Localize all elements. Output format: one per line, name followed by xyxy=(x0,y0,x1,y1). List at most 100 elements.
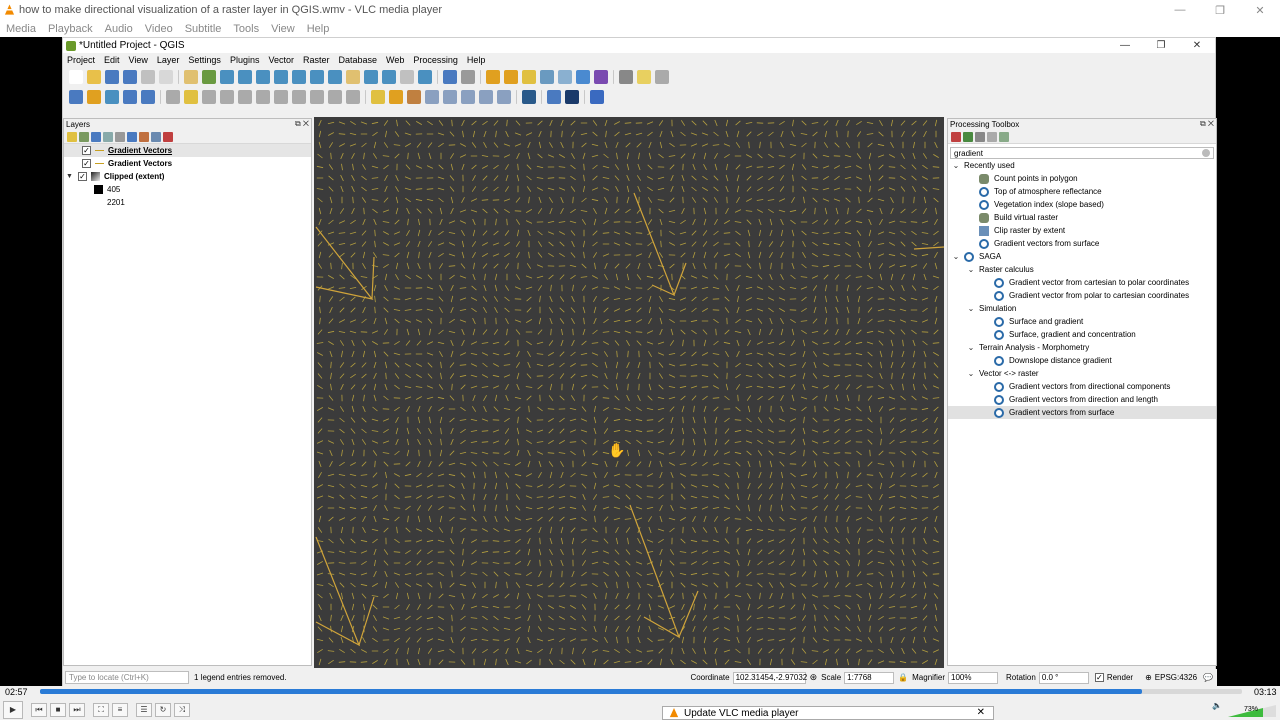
toolbar-tool-icon[interactable] xyxy=(504,70,518,84)
tree-toggle-icon[interactable]: ⌄ xyxy=(967,304,975,313)
toolbar-tool-icon[interactable] xyxy=(558,70,572,84)
restore-icon[interactable]: ❐ xyxy=(1200,0,1240,20)
panel-tool-icon[interactable] xyxy=(91,131,101,142)
toolbar-tool-icon[interactable] xyxy=(159,70,173,84)
vlc-menu-subtitle[interactable]: Subtitle xyxy=(185,23,222,35)
stop-icon[interactable]: ■ xyxy=(50,702,66,717)
toolbar-tool-icon[interactable] xyxy=(184,70,198,84)
next-icon[interactable]: ⏭ xyxy=(69,702,85,717)
toolbox-tree-item[interactable]: ⌄ Terrain Analysis - Morphometry xyxy=(948,341,1216,354)
qgis-menu-project[interactable]: Project xyxy=(67,55,95,65)
tree-toggle-icon[interactable]: ⌄ xyxy=(952,252,960,261)
close-icon[interactable]: ✕ xyxy=(977,707,985,718)
clear-search-icon[interactable] xyxy=(1202,149,1210,157)
toolbar-tool-icon[interactable] xyxy=(565,90,579,104)
toolbar-tool-icon[interactable] xyxy=(292,70,306,84)
qgis-menu-plugins[interactable]: Plugins xyxy=(230,55,260,65)
toolbox-search-input[interactable]: gradient xyxy=(950,147,1214,159)
toolbar-tool-icon[interactable] xyxy=(141,90,155,104)
toolbar-tool-icon[interactable] xyxy=(123,70,137,84)
tree-toggle-icon[interactable]: ⌄ xyxy=(967,343,975,352)
vlc-menu-view[interactable]: View xyxy=(271,23,295,35)
playlist-icon[interactable]: ☰ xyxy=(136,702,152,717)
toolbar-tool-icon[interactable] xyxy=(540,70,554,84)
toolbar-tool-icon[interactable] xyxy=(461,90,475,104)
toolbar-tool-icon[interactable] xyxy=(418,70,432,84)
scale-field[interactable]: 1:7768 xyxy=(844,671,895,684)
toolbar-tool-icon[interactable] xyxy=(123,90,137,104)
toolbar-tool-icon[interactable] xyxy=(87,70,101,84)
qgis-menu-database[interactable]: Database xyxy=(339,55,378,65)
panel-tool-icon[interactable] xyxy=(103,131,113,142)
toolbox-tree-item[interactable]: Gradient vectors from surface xyxy=(948,406,1216,419)
qgis-menu-web[interactable]: Web xyxy=(386,55,404,65)
toolbar-tool-icon[interactable] xyxy=(443,70,457,84)
qgis-minimize-icon[interactable]: — xyxy=(1107,38,1143,53)
toolbar-tool-icon[interactable] xyxy=(443,90,457,104)
toolbox-tree-item[interactable]: Surface, gradient and concentration xyxy=(948,328,1216,341)
toolbar-tool-icon[interactable] xyxy=(274,70,288,84)
seek-bar[interactable] xyxy=(40,689,1242,694)
qgis-menu-edit[interactable]: Edit xyxy=(104,55,120,65)
crs-globe-icon[interactable]: ⊕ xyxy=(1145,673,1152,682)
close-icon[interactable]: ✕ xyxy=(1240,0,1280,20)
toolbar-tool-icon[interactable] xyxy=(346,90,360,104)
toolbar-tool-icon[interactable] xyxy=(274,90,288,104)
toolbox-tree-item[interactable]: Clip raster by extent xyxy=(948,224,1216,237)
toolbar-tool-icon[interactable] xyxy=(238,70,252,84)
play-icon[interactable]: ▶ xyxy=(3,700,23,719)
lock-scale-icon[interactable]: 🔒 xyxy=(898,673,908,682)
qgis-menu-help[interactable]: Help xyxy=(467,55,486,65)
toolbar-tool-icon[interactable] xyxy=(479,90,493,104)
qgis-menu-processing[interactable]: Processing xyxy=(413,55,458,65)
loop-icon[interactable]: ↻ xyxy=(155,702,171,717)
toolbar-tool-icon[interactable] xyxy=(220,70,234,84)
toolbar-tool-icon[interactable] xyxy=(547,90,561,104)
coordinate-field[interactable]: 102.31454,-2.97032 xyxy=(732,671,807,684)
tree-toggle-icon[interactable]: ⌄ xyxy=(967,369,975,378)
layer-visibility-checkbox[interactable]: ✓ xyxy=(82,159,91,168)
toolbar-tool-icon[interactable] xyxy=(87,90,101,104)
toolbox-tree-item[interactable]: ⌄ SAGA xyxy=(948,250,1216,263)
toolbar-tool-icon[interactable] xyxy=(425,90,439,104)
toolbar-tool-icon[interactable] xyxy=(400,70,414,84)
toolbar-tool-icon[interactable] xyxy=(382,70,396,84)
toolbar-tool-icon[interactable] xyxy=(310,90,324,104)
toolbar-tool-icon[interactable] xyxy=(328,90,342,104)
qgis-menu-settings[interactable]: Settings xyxy=(188,55,221,65)
toolbar-tool-icon[interactable] xyxy=(461,70,475,84)
toolbar-tool-icon[interactable] xyxy=(141,70,155,84)
toolbar-tool-icon[interactable] xyxy=(637,70,651,84)
toolbar-tool-icon[interactable] xyxy=(328,70,342,84)
vlc-menu-media[interactable]: Media xyxy=(6,23,36,35)
vlc-menu-tools[interactable]: Tools xyxy=(233,23,259,35)
shuffle-icon[interactable]: ⤨ xyxy=(174,702,190,717)
magnifier-field[interactable]: 100% xyxy=(948,671,999,684)
panel-tool-icon[interactable] xyxy=(963,131,973,142)
toolbar-tool-icon[interactable] xyxy=(220,90,234,104)
toolbox-tree-item[interactable]: ⌄ Recently used xyxy=(948,159,1216,172)
panel-tool-icon[interactable] xyxy=(975,131,985,142)
tree-toggle-icon[interactable]: ⌄ xyxy=(952,161,960,170)
expand-arrow-icon[interactable]: ▼ xyxy=(66,173,74,180)
toolbox-tree-item[interactable]: Downslope distance gradient xyxy=(948,354,1216,367)
panel-tool-icon[interactable] xyxy=(151,131,161,142)
toolbox-tree-item[interactable]: Gradient vectors from surface xyxy=(948,237,1216,250)
extended-settings-icon[interactable]: ≡ xyxy=(112,702,128,717)
panel-tool-icon[interactable] xyxy=(67,131,77,142)
vlc-menu-video[interactable]: Video xyxy=(145,23,173,35)
toolbar-tool-icon[interactable] xyxy=(105,90,119,104)
toolbar-tool-icon[interactable] xyxy=(346,70,360,84)
layer-item[interactable]: ✓ Gradient Vectors xyxy=(64,157,311,170)
toolbox-tree-item[interactable]: Build virtual raster xyxy=(948,211,1216,224)
volume-slider[interactable]: 73% xyxy=(1228,705,1276,717)
toolbar-tool-icon[interactable] xyxy=(389,90,403,104)
tree-toggle-icon[interactable]: ⌄ xyxy=(967,265,975,274)
toolbar-tool-icon[interactable] xyxy=(522,70,536,84)
toolbar-tool-icon[interactable] xyxy=(594,70,608,84)
toolbar-tool-icon[interactable] xyxy=(371,90,385,104)
toolbar-tool-icon[interactable] xyxy=(184,90,198,104)
map-canvas[interactable]: ✋ xyxy=(314,117,944,668)
previous-icon[interactable]: ⏮ xyxy=(31,702,47,717)
render-checkbox[interactable]: ✓ xyxy=(1094,673,1104,682)
